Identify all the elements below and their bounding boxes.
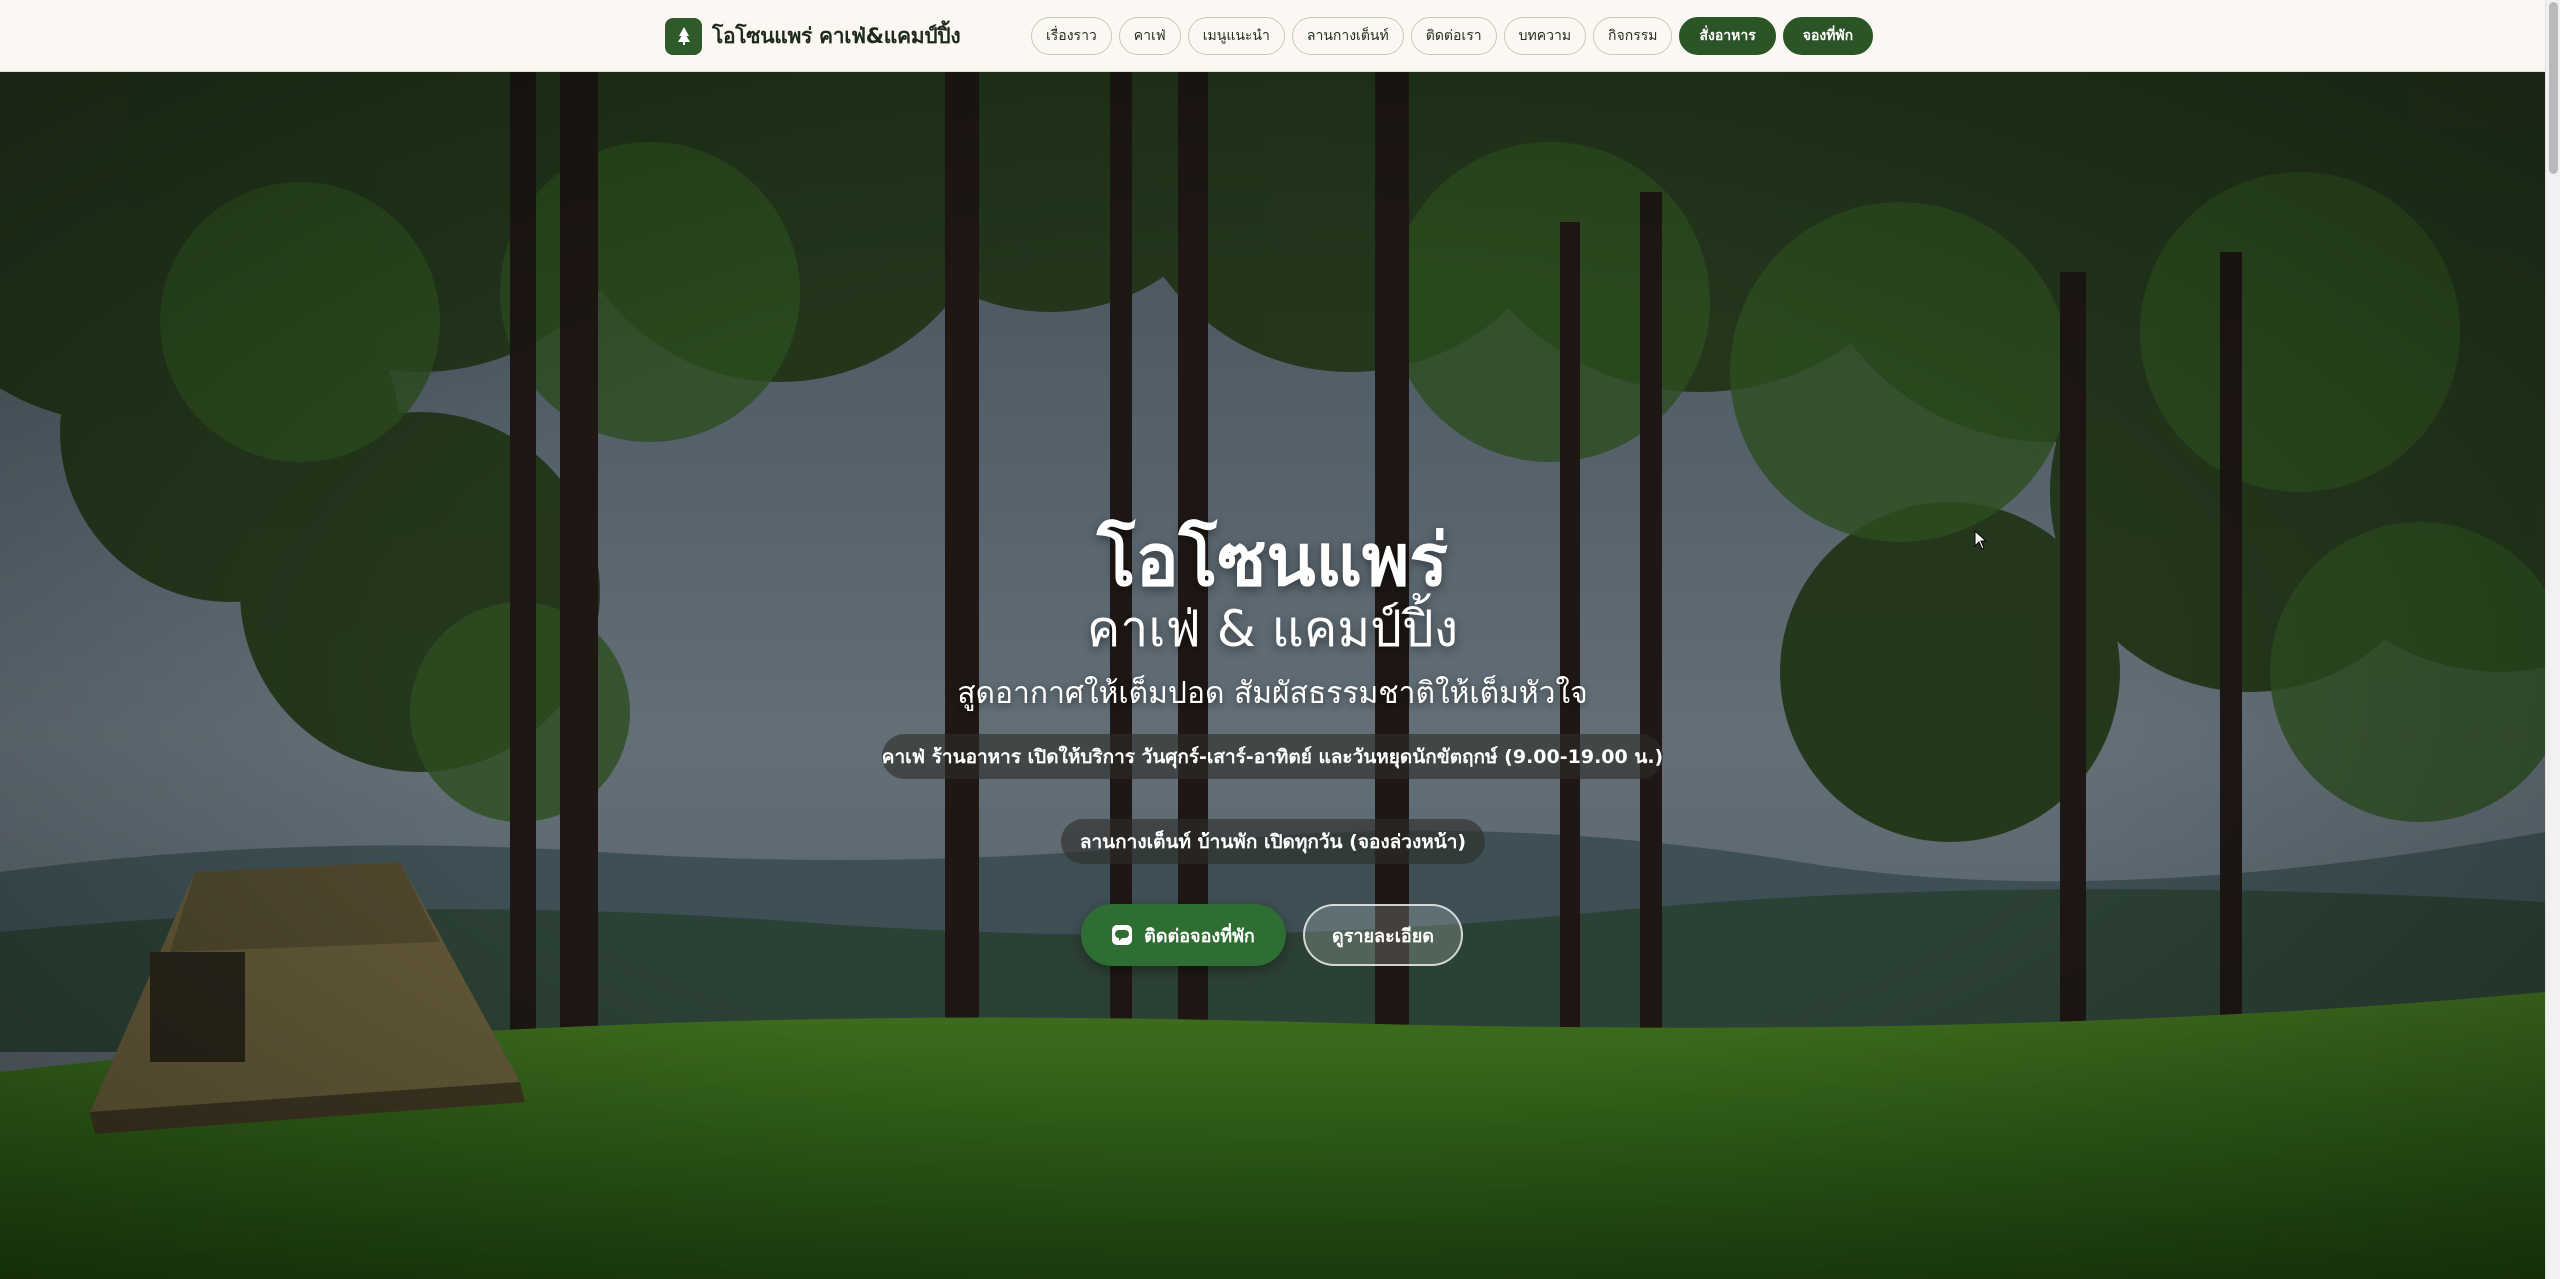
view-details-button[interactable]: ดูรายละเอียด: [1303, 904, 1463, 966]
hero-content: โอโซนแพร่ คาเฟ่ & แคมป์ปิ้ง สูดอากาศให้เ…: [0, 72, 2545, 1279]
contact-booking-label: ติดต่อจองที่พัก: [1144, 925, 1255, 947]
nav-item-recommended-menu[interactable]: เมนูแนะนำ: [1187, 17, 1285, 55]
nav-item-activities[interactable]: กิจกรรม: [1593, 17, 1673, 55]
book-stay-button[interactable]: จองที่พัก: [1782, 17, 1874, 55]
nav-item-articles[interactable]: บทความ: [1503, 17, 1587, 55]
hero-subtitle: คาเฟ่ & แคมป์ปิ้ง: [1086, 600, 1459, 658]
nav-item-camping-ground[interactable]: ลานกางเต็นท์: [1291, 17, 1404, 55]
nav-item-cafe[interactable]: คาเฟ่: [1118, 17, 1181, 55]
mouse-cursor-icon: [1974, 530, 1988, 550]
scrollbar-thumb[interactable]: [2549, 2, 2558, 174]
brand-logo-link[interactable]: โอโซนแพร่ คาเฟ่&แคมป์ปิ้ง: [665, 17, 961, 55]
nav-item-contact[interactable]: ติดต่อเรา: [1410, 17, 1497, 55]
hero-section: โอโซนแพร่ คาเฟ่ & แคมป์ปิ้ง สูดอากาศให้เ…: [0, 72, 2545, 1279]
main-nav: เรื่องราว คาเฟ่ เมนูแนะนำ ลานกางเต็นท์ ต…: [1031, 16, 1874, 56]
hero-tagline: สูดอากาศให้เต็มปอด สัมผัสธรรมชาติให้เต็ม…: [957, 676, 1588, 711]
nav-item-story[interactable]: เรื่องราว: [1031, 17, 1112, 55]
tree-icon: [665, 17, 702, 55]
line-chat-icon: [1112, 925, 1133, 945]
cafe-hours-badge: คาเฟ่ ร้านอาหาร เปิดให้บริการ วันศุกร์-เ…: [882, 734, 1663, 779]
site-header: โอโซนแพร่ คาเฟ่&แคมป์ปิ้ง เรื่องราว คาเฟ…: [0, 0, 2545, 72]
contact-booking-button[interactable]: ติดต่อจองที่พัก: [1081, 904, 1286, 966]
page-scrollbar[interactable]: [2545, 0, 2560, 1279]
camp-hours-badge: ลานกางเต็นท์ บ้านพัก เปิดทุกวัน (จองล่วง…: [1061, 819, 1485, 864]
order-food-button[interactable]: สั่งอาหาร: [1679, 17, 1776, 55]
brand-name: โอโซนแพร่ คาเฟ่&แคมป์ปิ้ง: [712, 23, 961, 48]
